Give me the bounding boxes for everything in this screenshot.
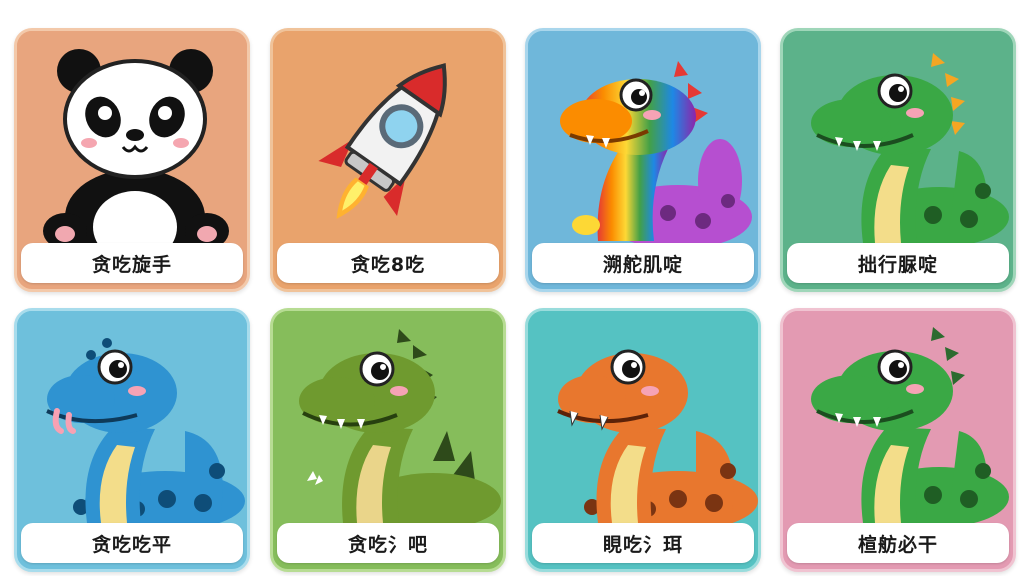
rocket-icon [273,31,503,247]
game-title: 贪吃旋手 [21,243,243,283]
green-dinosaur-icon [783,311,1013,527]
game-title: 贪吃8吃 [277,243,499,283]
game-card-blue-snake[interactable]: 贪吃吃平 [14,308,250,572]
game-title: 睍吃氵珥 [532,523,754,563]
game-card-green-dinosaur-spiky[interactable]: 贪吃氵吧 [270,308,506,572]
orange-snake-icon [528,311,758,527]
game-card-panda[interactable]: 贪吃旋手 [14,28,250,292]
green-dinosaur-icon [783,31,1013,247]
game-title: 楦舫必干 [787,523,1009,563]
game-card-rocket[interactable]: 贪吃8吃 [270,28,506,292]
game-title: 溯舵肌啶 [532,243,754,283]
game-card-green-dinosaur-pink[interactable]: 楦舫必干 [780,308,1016,572]
game-title: 贪吃吃平 [21,523,243,563]
game-grid: 贪吃旋手 贪吃8吃 溯舵肌啶 拙行脲啶 贪吃吃平 贪吃氵吧 睍吃氵珥 楦舫必干 [0,0,1024,576]
game-title: 贪吃氵吧 [277,523,499,563]
game-card-orange-snake[interactable]: 睍吃氵珥 [525,308,761,572]
game-title: 拙行脲啶 [787,243,1009,283]
game-card-rainbow-dinosaur[interactable]: 溯舵肌啶 [525,28,761,292]
rainbow-dinosaur-icon [528,31,758,247]
game-card-green-dinosaur[interactable]: 拙行脲啶 [780,28,1016,292]
blue-snake-icon [17,311,247,527]
green-dinosaur-icon [273,311,503,527]
panda-icon [17,31,247,247]
